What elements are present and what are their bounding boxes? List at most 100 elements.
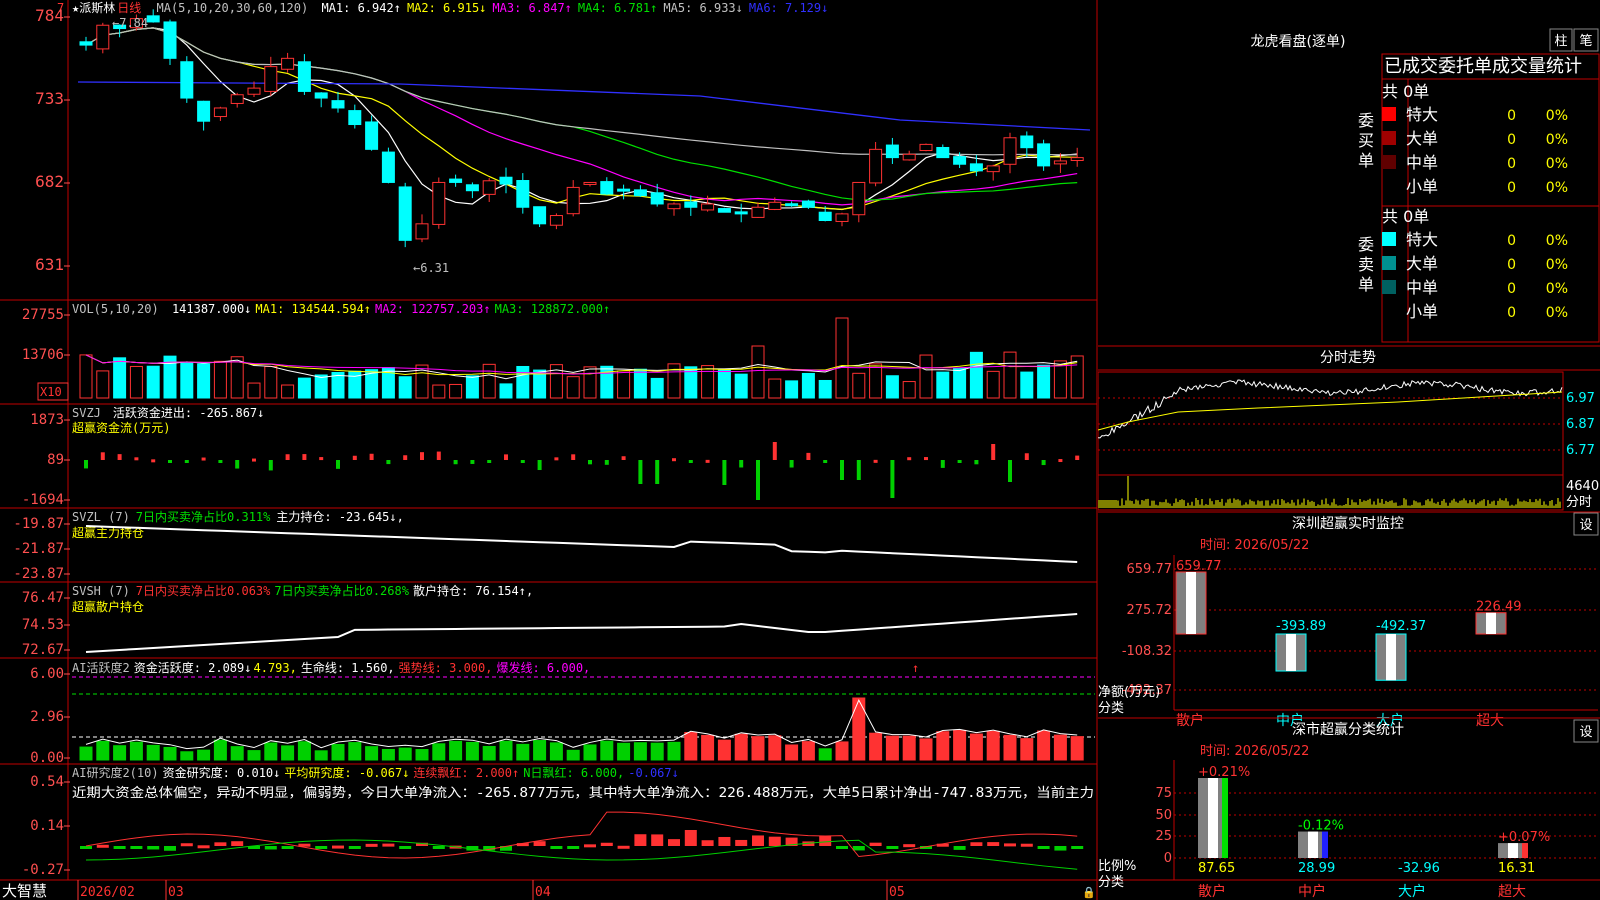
ai2-bar	[399, 846, 412, 849]
ai2-y-axis: 0.54 0.14 -0.27	[22, 774, 70, 878]
volume-bar	[314, 374, 328, 399]
lhb-buy-row-pct: 0%	[1546, 180, 1568, 196]
svzj-bar	[201, 457, 206, 461]
svzj-bar	[520, 460, 525, 463]
volume-bar	[281, 384, 295, 399]
svzl-y-axis: -19.87 -21.87 -23.87	[13, 516, 70, 582]
lhb-sell-row-value: 0	[1507, 305, 1516, 321]
sz-monitor-chart[interactable]: 659.77 275.72 -108.32 -492.37 659.77 散户 -393.8…	[1098, 555, 1598, 729]
lhb-sell-row-pct: 0%	[1546, 233, 1568, 249]
main-y-3: 631	[35, 255, 64, 274]
ai1-bar	[969, 733, 983, 761]
ai1-legend: AI活跃度2 资金活跃度: 2.089↓ 4.793, 生命线: 1.560, 强势线:…	[72, 660, 590, 675]
volume-bar	[113, 357, 127, 399]
volume-bar	[1003, 351, 1017, 399]
svzj-bar	[403, 455, 408, 460]
svzj-bar	[470, 460, 475, 464]
volume-bar	[650, 377, 664, 399]
ai1-bar	[667, 741, 681, 761]
ai2-bar	[147, 846, 160, 850]
svzj-plot[interactable]	[84, 442, 1080, 500]
volume-bar	[213, 360, 227, 399]
ai2-bar	[264, 846, 277, 850]
volume-bar	[936, 371, 950, 399]
szc-bottom-2: -32.96	[1398, 861, 1440, 876]
szm-value-1: -393.89	[1276, 619, 1326, 634]
szm-value-2: -492.37	[1376, 619, 1426, 634]
candle-body	[566, 186, 580, 215]
szm-cat-label: 分类	[1098, 701, 1124, 716]
ai1-bar	[381, 748, 395, 761]
fenshi-y-2: 6.77	[1566, 443, 1595, 458]
svzj-bar	[1075, 455, 1080, 460]
lhb-sell-row-swatch	[1382, 256, 1396, 270]
ai2-description: 近期大资金总体偏空，异动不明显，偏弱势，今日大单净流入：-265.877万元，其…	[72, 785, 1094, 801]
sz-class-chart[interactable]: 75 50 25 0 +0.21% 87.65 散户 -0.12% 28.99 中户 -32.96 大…	[1098, 760, 1600, 900]
candle-body	[230, 94, 244, 104]
svzj-bar	[621, 456, 626, 460]
szc-top-1: -0.12%	[1298, 819, 1344, 834]
ai1-bar	[499, 740, 513, 761]
volume-plot[interactable]	[79, 317, 1084, 399]
sz-class-settings-button[interactable]: 设	[1573, 719, 1599, 743]
ma-line-4	[85, 27, 1078, 201]
ai1-bar	[96, 740, 110, 761]
svzj-bar	[319, 457, 324, 461]
svzl-y-1: -21.87	[13, 541, 64, 557]
low-price-note: ←6.31	[413, 261, 449, 275]
lhb-sell-row-value: 0	[1507, 281, 1516, 297]
candlestick-plot[interactable]	[77, 9, 1091, 248]
svsh-y-2: 72.67	[22, 642, 64, 658]
volume-bar	[818, 379, 832, 399]
svzl-plot[interactable]	[85, 525, 1078, 563]
ai1-bar	[516, 743, 530, 761]
ai1-plot[interactable]	[72, 676, 1095, 761]
lhb-tick-btn[interactable]: 笔	[1573, 28, 1599, 52]
szm-value-3: 226.49	[1476, 600, 1522, 615]
sz-monitor-settings-button[interactable]: 设	[1573, 512, 1599, 536]
svzj-bar	[336, 460, 340, 469]
ai2-bar	[869, 842, 882, 846]
svzj-bar	[100, 452, 105, 460]
volume-bar	[835, 317, 849, 399]
svzj-bar	[420, 452, 424, 460]
date-05: 05	[889, 885, 905, 900]
svzj-bar	[772, 442, 777, 460]
lhb-btn-bar[interactable]: 柱	[1549, 28, 1573, 52]
svzj-bar	[604, 460, 609, 465]
svsh-plot[interactable]	[85, 613, 1078, 653]
lhb-buy-row-swatch	[1382, 155, 1396, 169]
candle-body	[768, 201, 782, 210]
fenshi-chart[interactable]: 6.97 6.87 6.77 4640分时	[1098, 371, 1599, 511]
svzj-bar	[268, 460, 273, 471]
candle-body	[213, 107, 227, 118]
svzj-bar	[957, 460, 962, 463]
vol-y-0: 27755	[22, 307, 64, 323]
sz-monitor-title: 深圳超赢实时监控	[1292, 515, 1404, 532]
ai2-plot[interactable]	[80, 811, 1084, 870]
volume-bar	[465, 375, 479, 399]
ai1-bar	[633, 742, 647, 761]
candle-body	[365, 121, 379, 150]
ai1-bar	[701, 734, 715, 761]
lhb-sell-row-pct: 0%	[1546, 281, 1568, 297]
main-chart-area[interactable]: ★派斯林 日线 MA(5,10,20,30,60,120) MA1: 6.942↑…	[0, 0, 1098, 900]
ma-legend-4: MA4: 6.781↑	[578, 1, 657, 15]
ai1-bar	[264, 742, 278, 761]
candle-body	[482, 180, 496, 195]
candle-body	[264, 66, 278, 92]
candle-body	[785, 203, 799, 207]
szc-bar-中户	[1298, 831, 1328, 858]
volume-bar	[583, 366, 597, 399]
ai1-bar	[415, 749, 429, 761]
ai1-bar	[1003, 734, 1017, 761]
ai1-bar	[953, 729, 967, 761]
main-y-0: 784	[35, 6, 64, 25]
szc-bottom-1: 28.99	[1298, 861, 1335, 876]
ai1-bar	[818, 748, 832, 761]
volume-bar	[230, 356, 244, 399]
lhb-sell-row-pct: 0%	[1546, 305, 1568, 321]
ai2-bar	[735, 839, 748, 846]
szc-y-1: 50	[1155, 808, 1172, 823]
candle-body	[163, 21, 177, 59]
